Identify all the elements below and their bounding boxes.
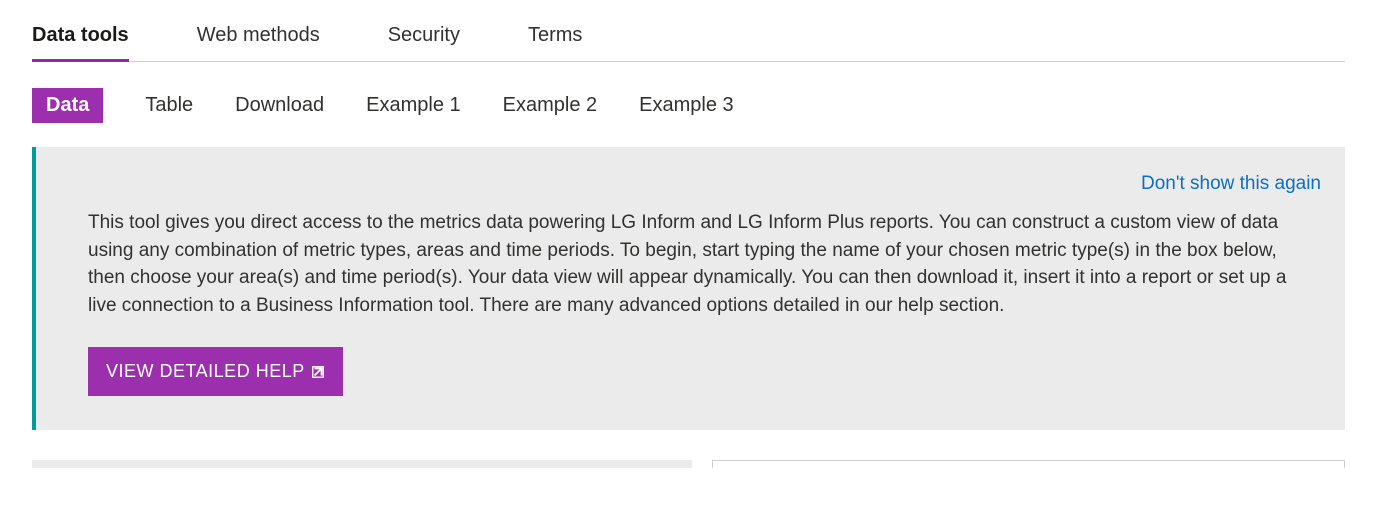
bottom-panels xyxy=(32,460,1345,468)
bottom-right-panel xyxy=(712,460,1345,468)
help-button-label: VIEW DETAILED HELP xyxy=(106,361,305,382)
external-link-icon xyxy=(311,365,325,379)
info-panel: Don't show this again This tool gives yo… xyxy=(32,147,1345,430)
dismiss-link[interactable]: Don't show this again xyxy=(1141,173,1321,195)
bottom-left-panel xyxy=(32,460,692,468)
subtab-download[interactable]: Download xyxy=(235,86,324,125)
subtab-example-2[interactable]: Example 2 xyxy=(503,86,598,125)
subtab-table[interactable]: Table xyxy=(145,86,193,125)
subtab-data[interactable]: Data xyxy=(32,88,103,123)
info-panel-body: This tool gives you direct access to the… xyxy=(88,209,1288,319)
tab-security[interactable]: Security xyxy=(388,24,460,61)
tab-data-tools[interactable]: Data tools xyxy=(32,24,129,61)
view-detailed-help-button[interactable]: VIEW DETAILED HELP xyxy=(88,347,343,396)
secondary-tabs: Data Table Download Example 1 Example 2 … xyxy=(32,86,1345,125)
tab-web-methods[interactable]: Web methods xyxy=(197,24,320,61)
subtab-example-3[interactable]: Example 3 xyxy=(639,86,734,125)
subtab-example-1[interactable]: Example 1 xyxy=(366,86,461,125)
tab-terms[interactable]: Terms xyxy=(528,24,582,61)
primary-tabs: Data tools Web methods Security Terms xyxy=(32,24,1345,62)
